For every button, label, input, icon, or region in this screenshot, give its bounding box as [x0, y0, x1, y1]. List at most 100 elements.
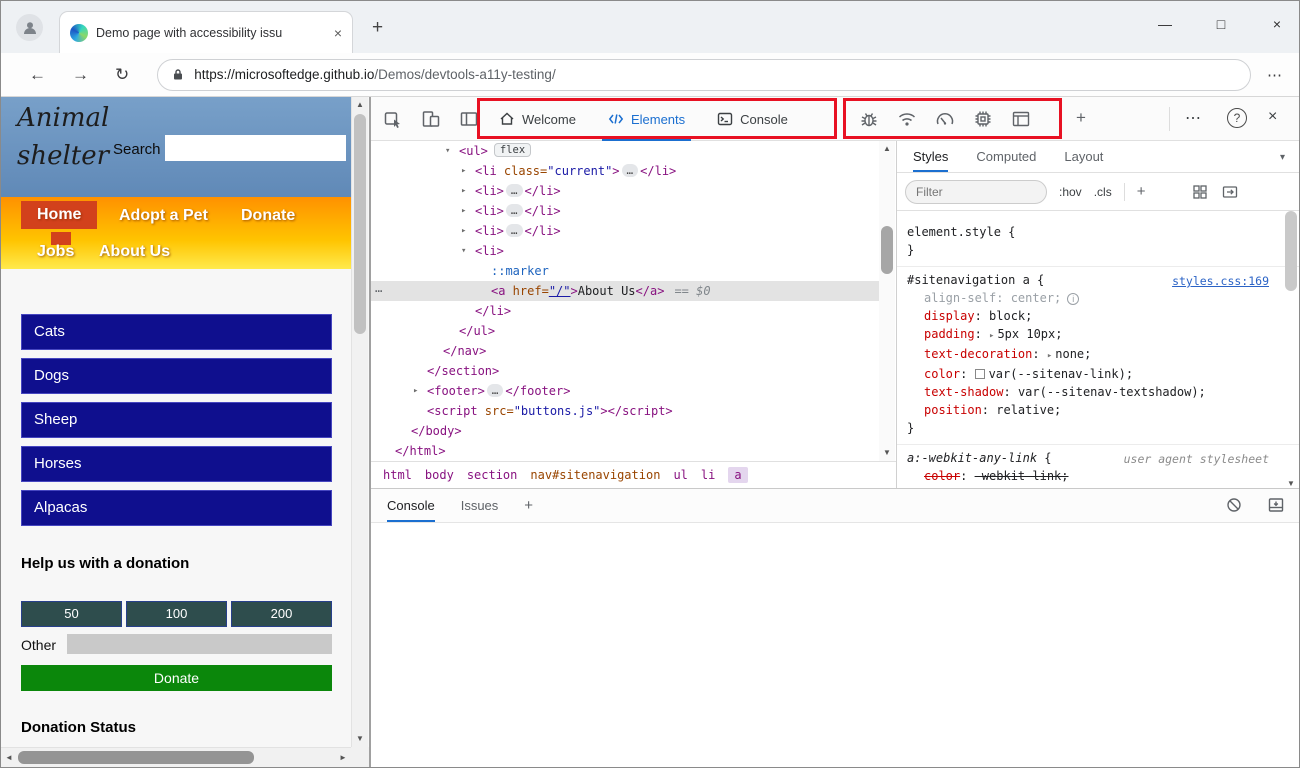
rule-selector[interactable]: #sitenavigation a	[907, 273, 1030, 287]
scroll-down-icon[interactable]: ▼	[879, 445, 895, 461]
crumb-body[interactable]: body	[425, 468, 454, 482]
crumb-sitenavigation[interactable]: nav#sitenavigation	[530, 468, 660, 482]
dom-tree-row[interactable]: <script src="buttons.js"></script>	[371, 401, 879, 421]
scroll-up-icon[interactable]: ▲	[879, 141, 895, 157]
inline-expand-button[interactable]: …	[506, 184, 523, 197]
close-devtools-button[interactable]: ×	[1268, 108, 1277, 126]
amount-button-50[interactable]: 50	[21, 601, 122, 627]
forward-button[interactable]: →	[72, 65, 89, 85]
row-menu-icon[interactable]: ⋯	[375, 281, 381, 301]
clear-console-icon[interactable]	[1225, 496, 1243, 517]
toggle-panel-icon[interactable]	[457, 107, 481, 131]
browser-tab[interactable]: Demo page with accessibility issu ×	[59, 11, 353, 53]
dom-tree-row[interactable]: ▾<ul>flex	[371, 141, 879, 161]
stylesheet-link[interactable]: styles.css:169	[1172, 272, 1269, 290]
scroll-left-icon[interactable]: ◄	[1, 750, 17, 766]
css-property[interactable]: position: relative;	[907, 401, 1289, 419]
maximize-button[interactable]: □	[1213, 16, 1229, 32]
tab-elements[interactable]: Elements	[592, 97, 701, 141]
dom-tree-row[interactable]: </html>	[371, 441, 879, 461]
element-states-grid-icon[interactable]	[1191, 183, 1209, 201]
performance-gauge-icon[interactable]	[934, 108, 956, 130]
toggle-class-button[interactable]: .cls	[1094, 185, 1112, 199]
expand-value-icon[interactable]: ▸	[989, 331, 994, 341]
scroll-right-icon[interactable]: ►	[335, 750, 351, 766]
animal-button-cats[interactable]: Cats	[21, 314, 332, 350]
expand-arrow-icon[interactable]: ▸	[461, 221, 466, 241]
expand-arrow-icon[interactable]: ▸	[461, 201, 466, 221]
drawer-tab-issues[interactable]: Issues	[461, 489, 499, 522]
styles-scrollbar[interactable]: ▼	[1284, 211, 1298, 488]
horizontal-scroll-thumb[interactable]	[18, 751, 254, 764]
refresh-button[interactable]: ↻	[115, 65, 129, 85]
expand-arrow-icon[interactable]: ▸	[461, 181, 466, 201]
dom-tree-row[interactable]: ▸<li class="current">…</li>	[371, 161, 879, 181]
inline-expand-button[interactable]: …	[506, 204, 523, 217]
expand-arrow-icon[interactable]: ▸	[413, 381, 418, 401]
rule-selector[interactable]: a:-webkit-any-link	[907, 451, 1037, 465]
animal-button-alpacas[interactable]: Alpacas	[21, 490, 332, 526]
nav-link-home[interactable]: Home	[21, 201, 97, 229]
url-field[interactable]: https://microsoftedge.github.io/Demos/de…	[157, 59, 1251, 91]
tab-styles[interactable]: Styles	[913, 141, 948, 172]
expand-value-icon[interactable]: ▸	[1047, 351, 1052, 361]
nav-link-jobs[interactable]: Jobs	[37, 243, 74, 261]
back-button[interactable]: ←	[29, 65, 46, 85]
open-sidebar-icon[interactable]	[1221, 183, 1239, 201]
collapse-arrow-icon[interactable]: ▾	[461, 241, 466, 261]
tab-close-icon[interactable]: ×	[334, 25, 342, 41]
collapse-arrow-icon[interactable]: ▾	[445, 141, 450, 161]
elements-scroll-thumb[interactable]	[881, 226, 893, 274]
dom-tree-row[interactable]: ⋯<a href="/">About Us</a>== $0	[371, 281, 879, 301]
application-panel-icon[interactable]	[1010, 108, 1032, 130]
scroll-down-icon[interactable]: ▼	[352, 731, 368, 747]
donate-button[interactable]: Donate	[21, 665, 332, 691]
dom-tree-row[interactable]: </ul>	[371, 321, 879, 341]
rule-selector[interactable]: element.style	[907, 225, 1001, 239]
page-vertical-scrollbar[interactable]: ▲ ▼	[351, 97, 368, 747]
new-style-rule-button[interactable]: +	[1137, 183, 1146, 200]
dom-tree-row[interactable]: </body>	[371, 421, 879, 441]
css-property[interactable]: text-shadow: var(--sitenav-textshadow);	[907, 383, 1289, 401]
dom-tree-row[interactable]: </section>	[371, 361, 879, 381]
add-drawer-tab-button[interactable]: +	[524, 489, 533, 522]
dock-bottom-icon[interactable]	[1267, 496, 1285, 517]
add-tools-button[interactable]: +	[1076, 108, 1086, 128]
info-icon[interactable]: i	[1067, 293, 1079, 305]
dom-tree-row[interactable]: ▸<li>…</li>	[371, 201, 879, 221]
expand-arrow-icon[interactable]: ▸	[461, 161, 466, 181]
crumb-a-selected[interactable]: a	[728, 467, 747, 483]
elements-scrollbar[interactable]: ▲ ▼	[879, 141, 895, 461]
styles-filter-input[interactable]	[905, 180, 1047, 204]
tab-computed[interactable]: Computed	[976, 141, 1036, 172]
memory-chip-icon[interactable]	[972, 108, 994, 130]
close-window-button[interactable]: ×	[1269, 16, 1285, 32]
dom-tree-row[interactable]: ▾<li>	[371, 241, 879, 261]
customize-devtools-button[interactable]: ⋯	[1185, 108, 1202, 128]
inline-expand-button[interactable]: …	[506, 224, 523, 237]
tab-layout[interactable]: Layout	[1064, 141, 1103, 172]
css-property[interactable]: text-decoration: ▸none;	[907, 345, 1289, 365]
amount-button-100[interactable]: 100	[126, 601, 227, 627]
dom-tree-row[interactable]: </nav>	[371, 341, 879, 361]
profile-avatar[interactable]	[16, 14, 43, 41]
inline-expand-button[interactable]: …	[487, 384, 504, 397]
browser-menu-button[interactable]: ⋯	[1267, 66, 1283, 84]
dom-tree-row[interactable]: </li>	[371, 301, 879, 321]
help-icon[interactable]: ?	[1227, 108, 1247, 128]
css-property[interactable]: color: -webkit-link;	[907, 467, 1289, 485]
css-property[interactable]: color: var(--sitenav-link);	[907, 365, 1289, 383]
console-content[interactable]	[371, 523, 1300, 768]
styles-scroll-thumb[interactable]	[1285, 211, 1297, 291]
inspect-element-icon[interactable]	[381, 107, 405, 131]
color-swatch[interactable]	[975, 369, 985, 379]
nav-link-donate[interactable]: Donate	[241, 207, 295, 225]
css-property[interactable]: align-self: center;i	[907, 289, 1289, 307]
search-input[interactable]	[165, 135, 346, 161]
amount-button-200[interactable]: 200	[231, 601, 332, 627]
dom-tree-row[interactable]: ▸<li>…</li>	[371, 181, 879, 201]
dom-tree-row[interactable]: ::marker	[371, 261, 879, 281]
css-property[interactable]: display: block;	[907, 307, 1289, 325]
animal-button-sheep[interactable]: Sheep	[21, 402, 332, 438]
tab-console[interactable]: Console	[701, 97, 804, 141]
